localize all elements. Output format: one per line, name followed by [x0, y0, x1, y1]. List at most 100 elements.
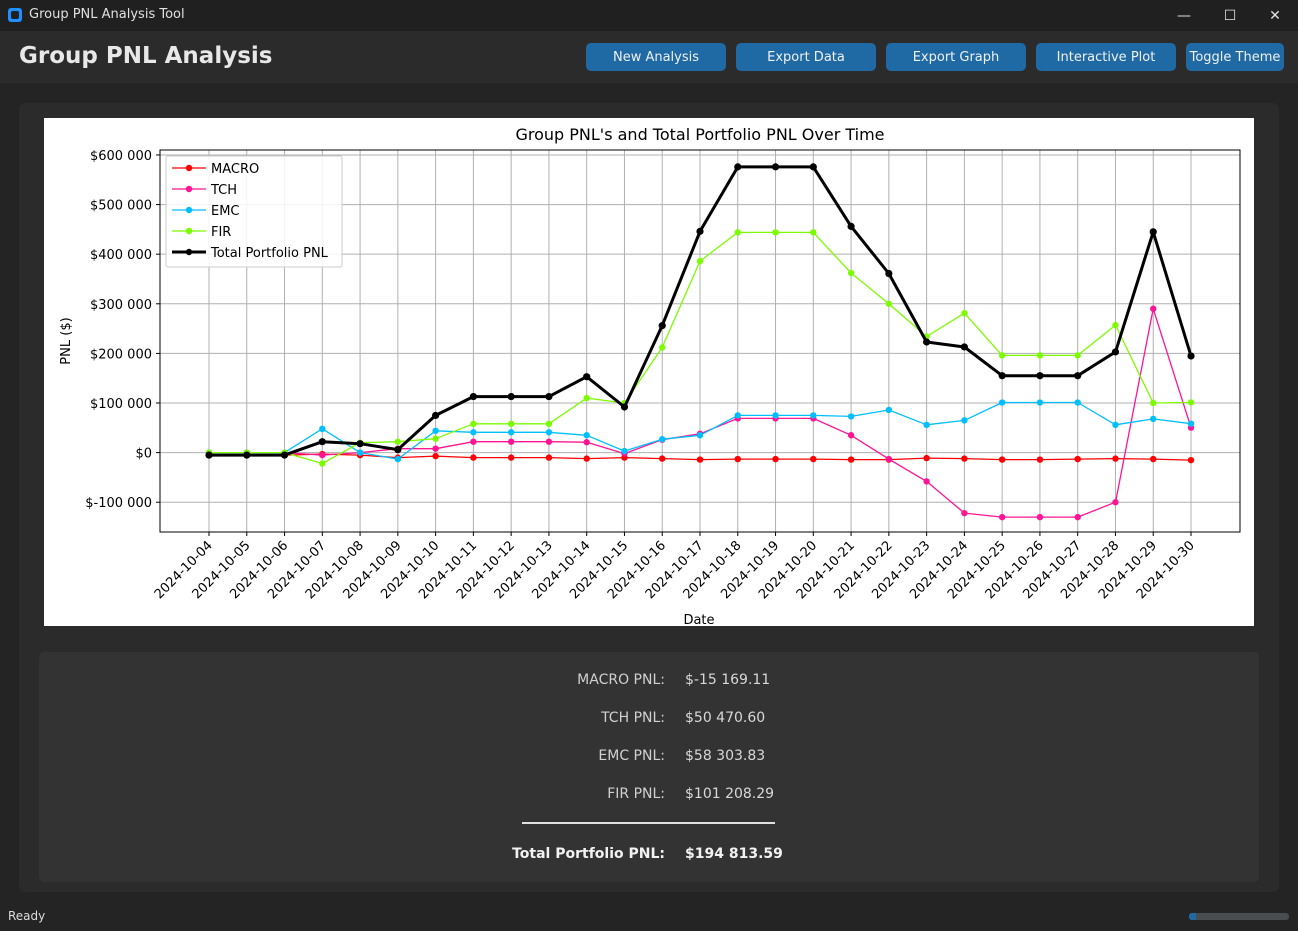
data-point-macro [545, 454, 553, 461]
tch-pnl-label: TCH PNL: [601, 710, 665, 726]
data-point-emc [923, 421, 930, 429]
y-tick-label: $0 [135, 447, 152, 462]
data-point-total-portfolio-pnl [923, 338, 931, 346]
data-point-total-portfolio-pnl [771, 163, 780, 171]
new-analysis-button[interactable]: New Analysis [586, 43, 726, 71]
data-point-emc [394, 455, 402, 463]
data-point-tch [998, 513, 1006, 521]
summary-panel: MACRO PNL: $-15 169.11 TCH PNL: $50 470.… [39, 652, 1259, 882]
data-point-fir [319, 460, 326, 467]
data-point-emc [1036, 399, 1044, 406]
data-point-macro [923, 454, 930, 462]
data-point-macro [507, 454, 515, 461]
data-point-total-portfolio-pnl [1111, 348, 1120, 356]
data-point-total-portfolio-pnl [545, 392, 553, 401]
data-point-total-portfolio-pnl [658, 322, 666, 330]
toggle-theme-button[interactable]: Toggle Theme [1186, 43, 1284, 71]
data-point-total-portfolio-pnl [469, 392, 477, 401]
data-point-tch [961, 509, 968, 517]
data-point-emc [1187, 420, 1195, 427]
data-point-total-portfolio-pnl [1036, 372, 1044, 380]
macro-pnl-value: $-15 169.11 [685, 672, 771, 688]
data-point-emc [545, 429, 553, 436]
data-point-emc [961, 417, 968, 424]
pnl-chart: $-100 000 $0 $100 000 $200 000 $300 000 $400 … [44, 118, 1254, 626]
data-point-emc [810, 412, 817, 419]
export-graph-button[interactable]: Export Graph [886, 43, 1026, 71]
tch-pnl-value: $50 470.60 [685, 710, 766, 726]
data-point-fir [1112, 321, 1119, 329]
data-point-macro [696, 456, 704, 463]
minimize-button[interactable]: — [1161, 0, 1207, 31]
data-point-tch [319, 451, 326, 459]
data-point-macro [734, 455, 741, 463]
data-point-total-portfolio-pnl [1149, 228, 1157, 236]
data-point-emc [621, 447, 628, 455]
data-point-emc [319, 425, 326, 433]
legend-label: Total Portfolio PNL [210, 246, 329, 261]
data-point-tch [545, 438, 553, 445]
close-button[interactable]: ✕ [1252, 0, 1298, 31]
legend-marker [185, 206, 193, 214]
data-point-total-portfolio-pnl [809, 163, 817, 171]
window-title: Group PNL Analysis Tool [29, 7, 185, 22]
data-point-total-portfolio-pnl [734, 163, 742, 171]
data-point-fir [432, 435, 439, 442]
data-point-fir [961, 310, 968, 317]
summary-divider [522, 822, 775, 824]
legend-marker [185, 227, 193, 235]
data-point-emc [847, 413, 855, 420]
data-point-tch [847, 432, 855, 439]
data-point-macro [583, 455, 590, 462]
y-tick-label: $600 000 [90, 149, 152, 164]
data-point-total-portfolio-pnl [394, 446, 402, 454]
title-bar: Group PNL Analysis Tool — ☐ ✕ [0, 0, 1298, 31]
x-axis-label: Date [683, 613, 714, 626]
data-point-total-portfolio-pnl [960, 343, 968, 351]
data-point-macro [1112, 455, 1119, 462]
data-point-emc [470, 429, 477, 436]
data-point-tch [432, 445, 439, 452]
data-point-total-portfolio-pnl [1074, 372, 1082, 380]
data-point-tch [885, 455, 893, 463]
total-pnl-label: Total Portfolio PNL: [512, 846, 665, 862]
data-point-fir [1036, 352, 1044, 359]
data-point-tch [507, 438, 515, 445]
data-point-emc [696, 432, 704, 439]
data-point-macro [659, 455, 666, 462]
interactive-plot-button[interactable]: Interactive Plot [1036, 43, 1176, 71]
data-point-emc [772, 412, 779, 419]
data-point-total-portfolio-pnl [583, 373, 591, 381]
emc-pnl-value: $58 303.83 [685, 748, 766, 764]
data-point-emc [998, 399, 1006, 406]
data-point-total-portfolio-pnl [356, 440, 364, 448]
legend-label: FIR [211, 225, 231, 240]
data-point-macro [772, 455, 779, 463]
app-header: Group PNL Analysis New Analysis Export D… [0, 31, 1298, 83]
status-text: Ready [8, 909, 46, 923]
data-point-fir [810, 229, 817, 236]
data-point-macro [998, 456, 1006, 463]
data-point-fir [1074, 352, 1081, 359]
data-point-fir [696, 257, 704, 265]
data-point-emc [1150, 415, 1157, 423]
data-point-macro [1150, 455, 1157, 463]
y-tick-label: $-100 000 [85, 496, 152, 511]
data-point-emc [659, 436, 666, 443]
maximize-button[interactable]: ☐ [1207, 0, 1253, 31]
data-point-fir [772, 229, 779, 236]
data-point-total-portfolio-pnl [1187, 352, 1195, 360]
legend-marker [185, 164, 193, 172]
data-point-emc [1112, 421, 1119, 429]
status-bar: Ready [0, 904, 1298, 931]
page-title: Group PNL Analysis [19, 43, 273, 69]
export-data-button[interactable]: Export Data [736, 43, 876, 71]
data-point-fir [545, 420, 553, 428]
data-point-total-portfolio-pnl [205, 451, 213, 459]
progress-bar [1189, 913, 1289, 920]
data-point-fir [394, 438, 402, 445]
data-point-emc [734, 412, 741, 419]
data-point-emc [507, 429, 515, 436]
data-point-fir [659, 344, 666, 351]
data-point-total-portfolio-pnl [243, 451, 251, 459]
